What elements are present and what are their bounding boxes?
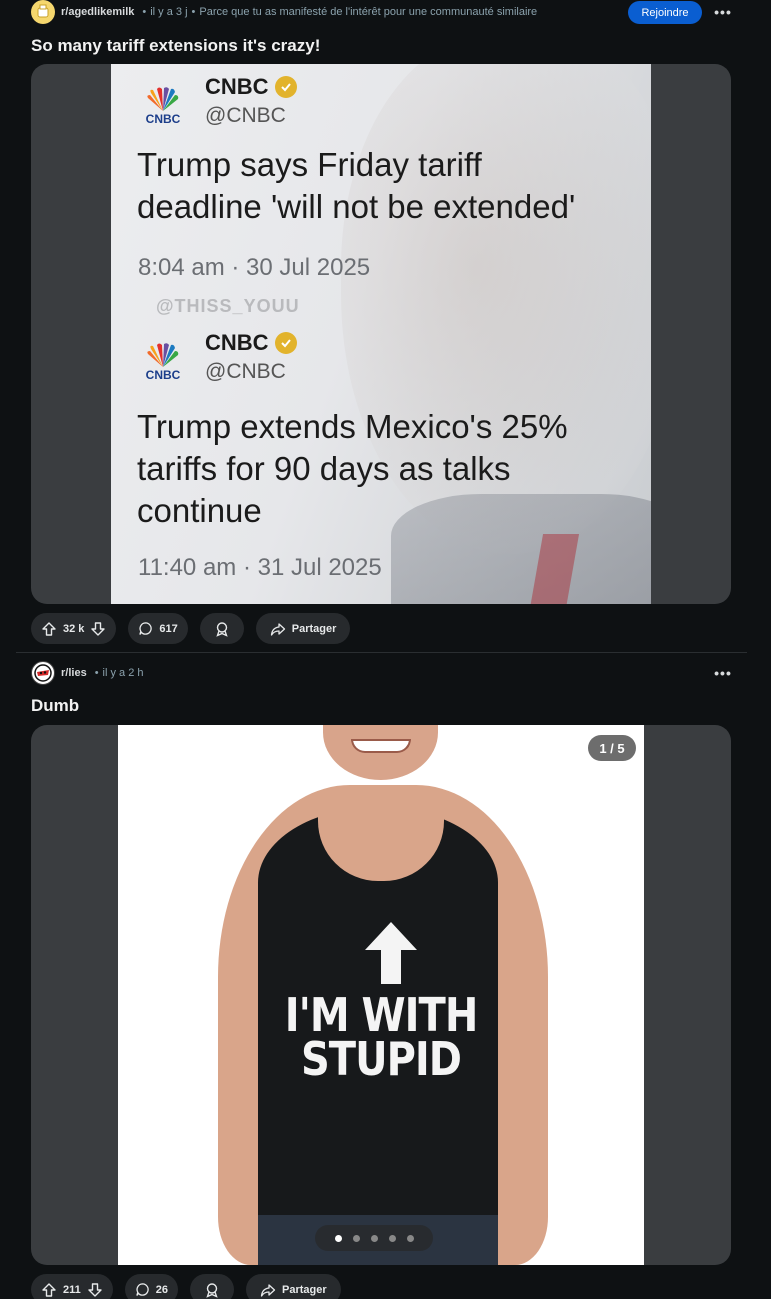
comment-bubble-icon: [135, 1282, 150, 1297]
downvote-arrow-icon[interactable]: [90, 621, 106, 637]
comment-count: 26: [155, 1283, 168, 1296]
more-options-button[interactable]: •••: [712, 662, 734, 684]
gallery-dot[interactable]: [334, 1234, 342, 1242]
post-agedlikemilk[interactable]: r/agedlikemilk • il y a 3 j • Parce que …: [0, 0, 771, 652]
post-meta: r/lies • il y a 2 h: [31, 661, 144, 685]
share-arrow-icon: [270, 621, 286, 637]
upvote-arrow-icon[interactable]: [41, 621, 57, 637]
post-age: il y a 3 j: [150, 6, 188, 18]
gallery-dot[interactable]: [352, 1234, 360, 1242]
arrow-up-print-icon: [363, 920, 419, 991]
post-image[interactable]: CNBC CNBC @CNBC Trump says Friday tariff…: [31, 64, 731, 604]
post-image-gallery[interactable]: I'M WITH STUPID 1 / 5: [31, 725, 731, 1265]
award-icon: [214, 621, 230, 637]
upvote-arrow-icon[interactable]: [41, 1282, 57, 1298]
cnbc-logo-icon: CNBC: [135, 78, 191, 134]
subreddit-name[interactable]: r/lies: [61, 667, 87, 679]
cnbc-logo-icon: CNBC: [135, 334, 191, 390]
cnbc-logo-text: CNBC: [145, 368, 181, 382]
gallery-dot[interactable]: [406, 1234, 414, 1242]
comment-bubble-icon: [138, 621, 153, 636]
share-label: Partager: [291, 622, 337, 635]
gallery-counter: 1 / 5: [588, 735, 636, 761]
recommendation-reason: Parce que tu as manifesté de l'intérêt p…: [199, 6, 538, 18]
post-actions: 211 26 Partager: [31, 1274, 341, 1299]
tweet-author-name: CNBC: [205, 74, 297, 100]
vote-count: 211: [63, 1283, 81, 1296]
tank-top-photo: I'M WITH STUPID: [118, 725, 644, 1265]
image-watermark: @THISS_YOUU: [156, 296, 300, 316]
share-label: Partager: [282, 1283, 327, 1296]
subreddit-name[interactable]: r/agedlikemilk: [61, 6, 134, 18]
award-button[interactable]: [190, 1274, 234, 1299]
post-meta: r/agedlikemilk • il y a 3 j • Parce que …: [31, 0, 537, 24]
gallery-dot[interactable]: [388, 1234, 396, 1242]
tweet-screenshot: CNBC CNBC @CNBC Trump says Friday tariff…: [111, 64, 651, 604]
comment-count: 617: [159, 622, 178, 635]
cnbc-logo-text: CNBC: [145, 112, 181, 126]
gallery-dot[interactable]: [370, 1234, 378, 1242]
post-title[interactable]: So many tariff extensions it's crazy!: [31, 36, 320, 56]
share-button[interactable]: Partager: [246, 1274, 341, 1299]
downvote-arrow-icon[interactable]: [87, 1282, 103, 1298]
verified-badge-icon: [274, 332, 297, 354]
share-arrow-icon: [260, 1282, 276, 1298]
tweet-handle: @CNBC: [205, 360, 286, 383]
post-age: il y a 2 h: [102, 667, 144, 679]
post-divider: [16, 652, 747, 653]
vote-control: 211: [31, 1274, 113, 1299]
tweet-text: Trump says Friday tariff deadline 'will …: [137, 146, 576, 225]
vote-control: 32 k: [31, 613, 117, 644]
share-button[interactable]: Partager: [255, 613, 351, 644]
tweet-author-name: CNBC: [205, 330, 297, 356]
tweet-handle: @CNBC: [205, 104, 286, 127]
award-button[interactable]: [199, 613, 244, 644]
subreddit-avatar[interactable]: [31, 661, 55, 685]
tweet-text: Trump extends Mexico's 25% tariffs for 9…: [137, 408, 568, 529]
tweet-timestamp: 8:04 am · 30 Jul 2025: [138, 254, 371, 281]
vote-count: 32 k: [63, 622, 85, 635]
join-button[interactable]: Rejoindre: [628, 1, 702, 24]
verified-badge-icon: [274, 76, 297, 98]
award-icon: [204, 1282, 220, 1298]
post-actions: 32 k 617 Partager: [31, 613, 351, 644]
post-title[interactable]: Dumb: [31, 696, 79, 716]
comments-button[interactable]: 617: [128, 613, 188, 644]
tweet-timestamp: 11:40 am · 31 Jul 2025: [138, 554, 382, 581]
more-options-button[interactable]: •••: [712, 1, 734, 23]
comments-button[interactable]: 26: [124, 1274, 178, 1299]
shirt-print-line2: STUPID: [301, 1033, 462, 1087]
subreddit-avatar[interactable]: [31, 0, 55, 24]
gallery-pagination: [315, 1225, 433, 1251]
post-lies[interactable]: r/lies • il y a 2 h ••• Dumb I'M WITH ST…: [0, 660, 771, 1299]
